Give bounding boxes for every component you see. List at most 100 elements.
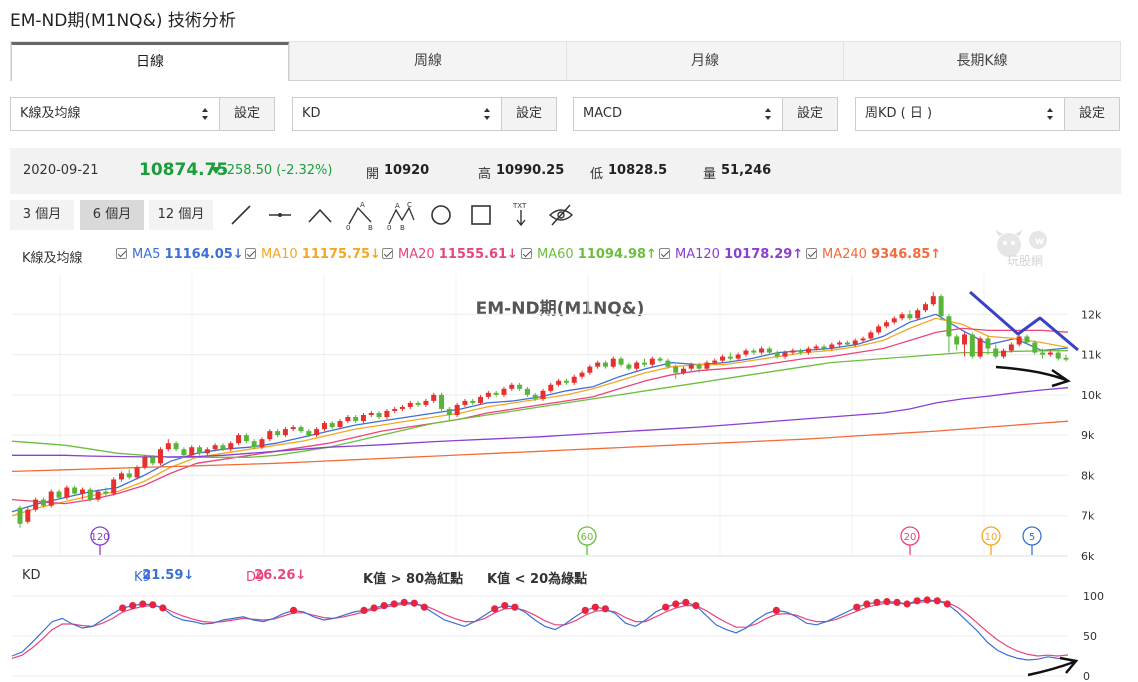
updown-caret-icon: [202, 108, 208, 120]
candle-body: [314, 429, 320, 436]
ma-line-ma5: [11, 313, 1069, 513]
price-axis: 12k 11k 10k 9k 8k 7k 6k: [1081, 308, 1102, 563]
indicator-select-1[interactable]: K線及均線: [10, 97, 219, 131]
candle-body: [399, 406, 405, 409]
text-tool-icon[interactable]: TXT: [507, 200, 535, 230]
checkbox-icon[interactable]: [659, 248, 670, 259]
candle-body: [1055, 352, 1061, 359]
page-title: EM-ND期(M1NQ&) 技術分析: [10, 11, 236, 31]
kd-k-value: K9 21.59↓: [134, 568, 194, 585]
range-3-months-button[interactable]: 3 個月: [10, 200, 74, 230]
candle-body: [407, 402, 413, 407]
price-tick-label: 7k: [1081, 510, 1095, 523]
checkbox-icon[interactable]: [116, 248, 127, 259]
range-12-months-button[interactable]: 12 個月: [149, 200, 213, 230]
kd-chart[interactable]: 100 50 0: [0, 590, 1138, 682]
legend-item-ma20[interactable]: MA20 11555.61↓: [382, 247, 518, 262]
candle-body: [641, 362, 647, 365]
legend-ma20-value: 11555.61↓: [438, 247, 518, 262]
legend-item-ma5[interactable]: MA5 11164.05↓: [116, 247, 244, 262]
quote-bar: 2020-09-21 10874.75 -258.50 (-2.32%) 開 1…: [10, 148, 1121, 194]
candle-body: [48, 491, 54, 506]
candle-body: [704, 362, 710, 369]
candle-body: [431, 394, 437, 401]
settings-button-4[interactable]: 設定: [1064, 97, 1120, 131]
tool-letter-c: C: [407, 201, 412, 209]
candle-body: [478, 396, 484, 403]
candle-body: [220, 445, 226, 450]
kd-overbought-dot: [410, 599, 418, 607]
legend-item-ma10[interactable]: MA10 11175.75↓: [245, 247, 381, 262]
candle-body: [579, 372, 585, 377]
tab-monthly[interactable]: 月線: [566, 42, 843, 80]
candle-body: [922, 304, 928, 311]
kd-overbought-dot: [692, 602, 700, 610]
price-tick-label: 8k: [1081, 469, 1095, 482]
candle-body: [95, 491, 101, 500]
candle-body: [25, 509, 31, 522]
wedge-tool-icon[interactable]: [306, 200, 334, 230]
candle-body: [454, 404, 460, 415]
tab-daily[interactable]: 日線: [11, 42, 289, 81]
candle-body: [665, 360, 671, 367]
settings-button-2[interactable]: 設定: [501, 97, 557, 131]
candle-body: [376, 412, 382, 418]
candle-body: [727, 356, 733, 359]
checkbox-icon[interactable]: [521, 248, 532, 259]
indicator-select-4-value: 周KD ( 日 ): [865, 106, 933, 121]
candle-body: [782, 352, 788, 357]
candle-body: [634, 362, 640, 369]
abc-pattern-icon[interactable]: A 0 B: [346, 200, 374, 230]
tool-letter-a: A: [395, 202, 400, 210]
kd-legend-title: KD: [22, 568, 41, 583]
candle-body: [501, 388, 507, 395]
line-tool-icon[interactable]: [227, 200, 255, 230]
candle-body: [72, 487, 78, 494]
price-tick-label: 6k: [1081, 550, 1095, 563]
tab-long-term[interactable]: 長期K線: [843, 42, 1120, 80]
indicator-group-3: MACD 設定: [573, 97, 838, 131]
range-6-months-button[interactable]: 6 個月: [80, 200, 144, 230]
kd-lines: [11, 599, 1069, 661]
kd-overbought-dot: [511, 603, 519, 611]
updown-caret-icon: [765, 108, 771, 120]
checkbox-icon[interactable]: [806, 248, 817, 259]
indicator-select-2[interactable]: KD: [292, 97, 501, 131]
candle-body: [392, 408, 398, 411]
legend-item-ma120[interactable]: MA120 10178.29↑: [659, 247, 803, 262]
svg-text:w: w: [1035, 236, 1044, 247]
candle-body: [681, 368, 687, 373]
quote-date: 2020-09-21: [23, 163, 99, 178]
checkbox-icon[interactable]: [382, 248, 393, 259]
settings-button-1[interactable]: 設定: [219, 97, 275, 131]
candle-body: [610, 358, 616, 367]
kd-dots: [119, 596, 951, 614]
price-chart[interactable]: EM-ND期(M1NQ&) 12k11k10k9k8k7k6k 120 60 20 1…: [0, 266, 1138, 566]
indicator-select-3[interactable]: MACD: [573, 97, 782, 131]
circle-tool-icon[interactable]: [427, 200, 455, 230]
candle-body: [571, 376, 577, 383]
candle-body: [462, 400, 468, 405]
candle-body: [1047, 352, 1053, 355]
ma-line-ma10: [11, 317, 1069, 517]
abcd-pattern-icon[interactable]: A C 0 B: [387, 200, 415, 230]
legend-item-ma240[interactable]: MA240 9346.85↑: [806, 247, 941, 262]
checkbox-icon[interactable]: [245, 248, 256, 259]
candle-body: [602, 362, 608, 367]
tab-weekly[interactable]: 周線: [289, 42, 566, 80]
settings-button-3[interactable]: 設定: [782, 97, 838, 131]
indicator-select-4[interactable]: 周KD ( 日 ): [855, 97, 1064, 131]
hide-drawings-icon[interactable]: [547, 200, 575, 230]
horizontal-line-icon[interactable]: [266, 200, 294, 230]
legend-item-ma60[interactable]: MA60 11094.98↑: [521, 247, 657, 262]
quote-high: 10990.25: [496, 163, 565, 178]
candle-body: [470, 400, 476, 403]
period-tabs: 日線 周線 月線 長期K線: [10, 41, 1121, 81]
kd-overbought-dot: [491, 605, 499, 613]
kd-overbought-dot: [581, 606, 589, 614]
indicator-select-2-value: KD: [302, 106, 321, 121]
candle-body: [267, 431, 273, 440]
kd-note-green: K值 < 20為綠點: [487, 572, 588, 587]
candle-body: [298, 427, 304, 432]
rectangle-tool-icon[interactable]: [467, 200, 495, 230]
